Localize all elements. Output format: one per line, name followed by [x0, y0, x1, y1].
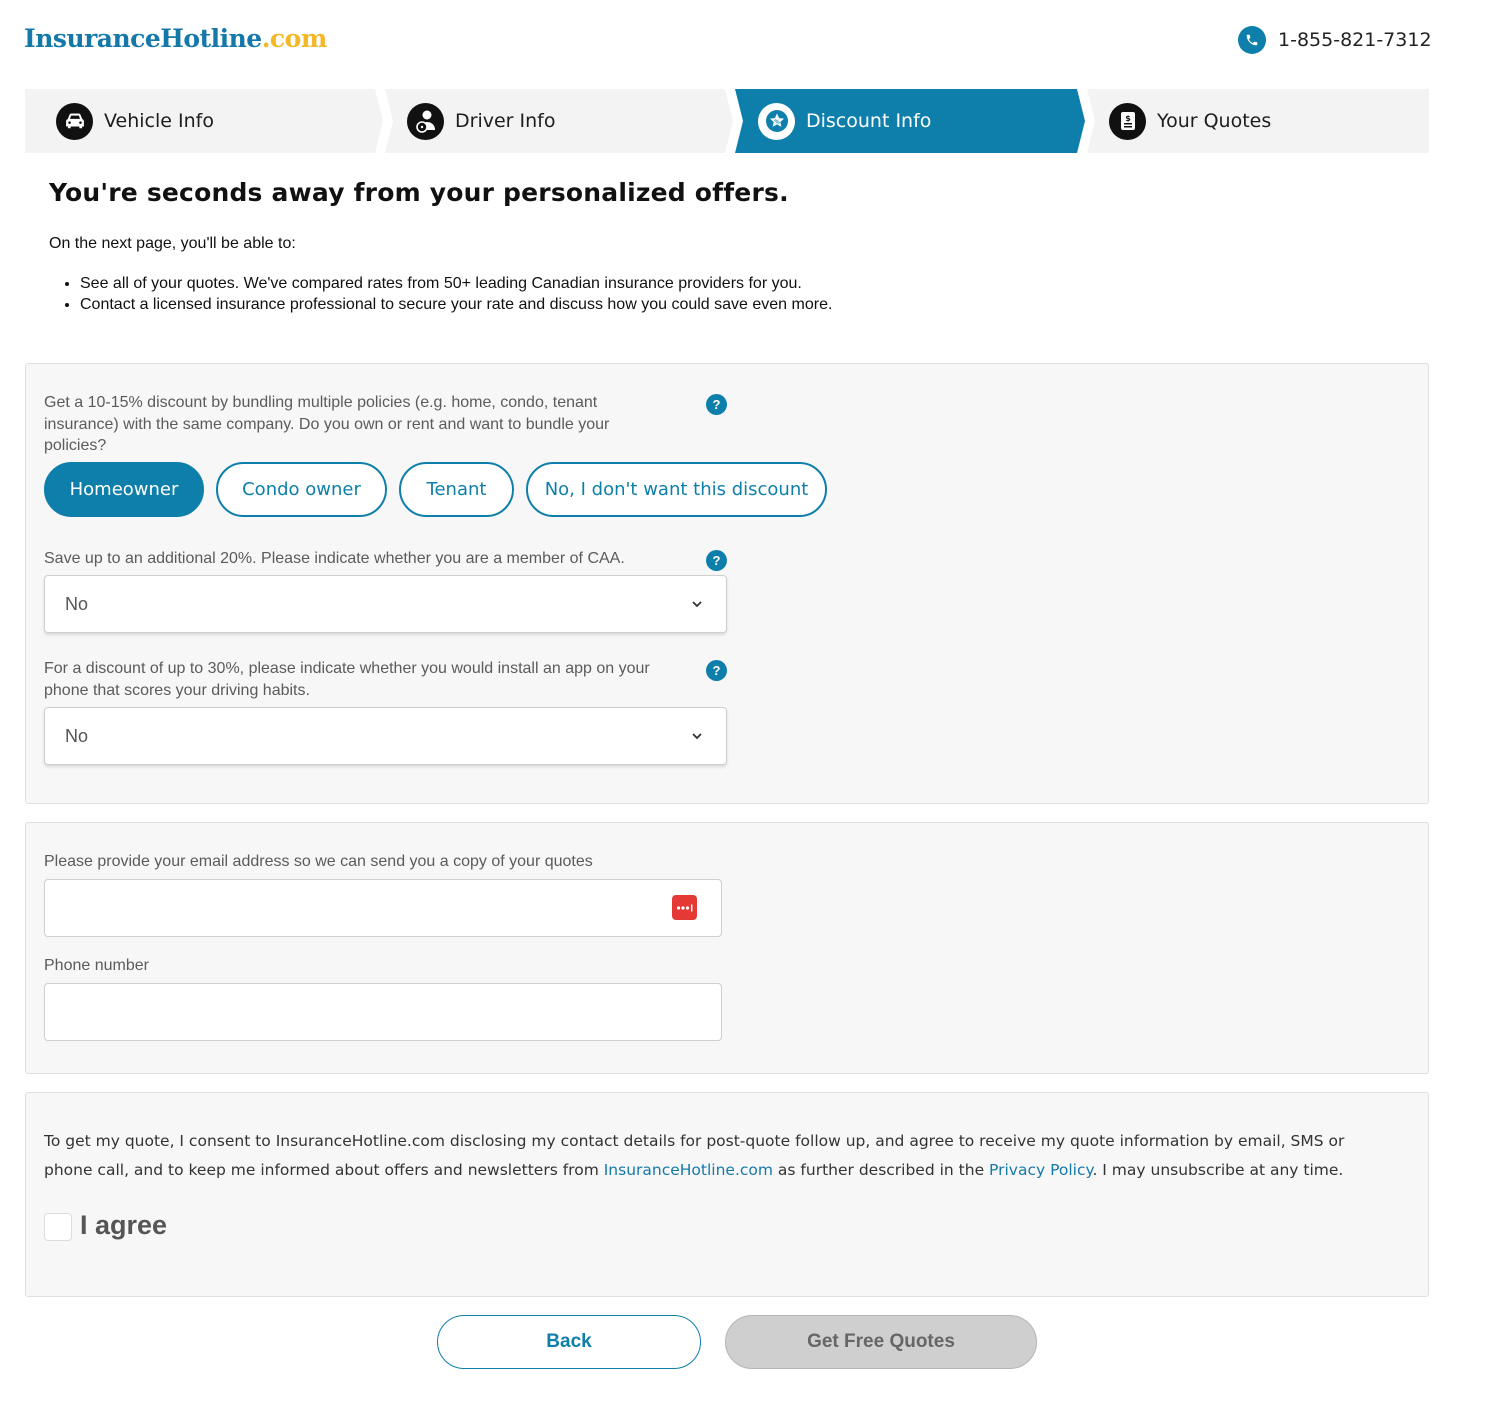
list-item: See all of your quotes. We've compared r…	[80, 273, 832, 294]
email-field[interactable]	[44, 879, 722, 937]
help-icon[interactable]: ?	[706, 660, 727, 681]
help-icon[interactable]: ?	[706, 394, 727, 415]
step-label: Driver Info	[455, 110, 556, 132]
step-vehicle-info[interactable]: Vehicle Info	[25, 89, 383, 153]
discount-panel: Get a 10-15% discount by bundling multip…	[25, 363, 1429, 804]
back-button[interactable]: Back	[437, 1315, 701, 1369]
get-free-quotes-button[interactable]: Get Free Quotes	[725, 1315, 1037, 1369]
option-homeowner[interactable]: Homeowner	[44, 462, 204, 517]
phone-icon	[1238, 26, 1266, 54]
step-driver-info[interactable]: Driver Info	[385, 89, 733, 153]
phone-number: 1-855-821-7312	[1278, 29, 1432, 51]
password-manager-icon[interactable]	[672, 895, 697, 920]
consent-text: To get my quote, I consent to InsuranceH…	[44, 1127, 1394, 1185]
header-phone[interactable]: 1-855-821-7312	[1238, 26, 1432, 54]
caa-select-value: No	[65, 593, 89, 614]
consent-text-part: . I may unsubscribe at any time.	[1092, 1161, 1344, 1179]
page-title: You're seconds away from your personaliz…	[49, 178, 789, 207]
option-condo-owner[interactable]: Condo owner	[216, 462, 387, 517]
logo-tld: .com	[261, 24, 328, 53]
consent-panel: To get my quote, I consent to InsuranceH…	[25, 1092, 1429, 1297]
quotes-document-icon: $	[1109, 102, 1146, 140]
bundle-question: Get a 10-15% discount by bundling multip…	[44, 394, 610, 454]
email-label: Please provide your email address so we …	[44, 853, 593, 870]
chevron-down-icon	[692, 601, 702, 608]
app-question: For a discount of up to 30%, please indi…	[44, 660, 650, 699]
option-no-discount[interactable]: No, I don't want this discount	[526, 462, 827, 517]
help-icon[interactable]: ?	[706, 550, 727, 571]
phone-label: Phone number	[44, 957, 149, 974]
caa-question: Save up to an additional 20%. Please ind…	[44, 550, 625, 567]
svg-text:$: $	[1125, 114, 1131, 123]
list-item: Contact a licensed insurance professiona…	[80, 294, 832, 315]
privacy-policy-link[interactable]: Privacy Policy	[989, 1161, 1092, 1179]
phone-field[interactable]	[44, 983, 722, 1041]
chevron-down-icon	[692, 733, 702, 740]
consent-text-part: as further described in the	[773, 1161, 990, 1179]
star-discount-icon: %	[758, 102, 795, 140]
progress-steps: Vehicle Info Driver Info % Discount Info…	[25, 89, 1429, 153]
benefits-list: See all of your quotes. We've compared r…	[80, 273, 832, 315]
agree-checkbox[interactable]	[44, 1213, 72, 1241]
step-label: Your Quotes	[1157, 110, 1272, 132]
logo-brand: InsuranceHotline	[24, 24, 262, 53]
step-discount-info[interactable]: % Discount Info	[735, 89, 1085, 153]
step-label: Vehicle Info	[104, 110, 214, 132]
site-header: InsuranceHotline.com 1-855-821-7312	[0, 0, 1505, 85]
app-select-value: No	[65, 725, 89, 746]
agree-label[interactable]: I agree	[80, 1210, 167, 1241]
site-logo[interactable]: InsuranceHotline.com	[24, 24, 327, 53]
app-select[interactable]: No	[44, 707, 727, 765]
driver-icon	[407, 102, 444, 140]
svg-text:%: %	[774, 120, 780, 126]
caa-select[interactable]: No	[44, 575, 727, 633]
intro-lead: On the next page, you'll be able to:	[49, 235, 296, 252]
contact-panel: Please provide your email address so we …	[25, 822, 1429, 1074]
step-your-quotes[interactable]: $ Your Quotes	[1087, 89, 1429, 153]
car-icon	[56, 102, 93, 140]
step-label: Discount Info	[806, 110, 932, 132]
site-link[interactable]: InsuranceHotline.com	[604, 1161, 773, 1179]
option-tenant[interactable]: Tenant	[399, 462, 514, 517]
